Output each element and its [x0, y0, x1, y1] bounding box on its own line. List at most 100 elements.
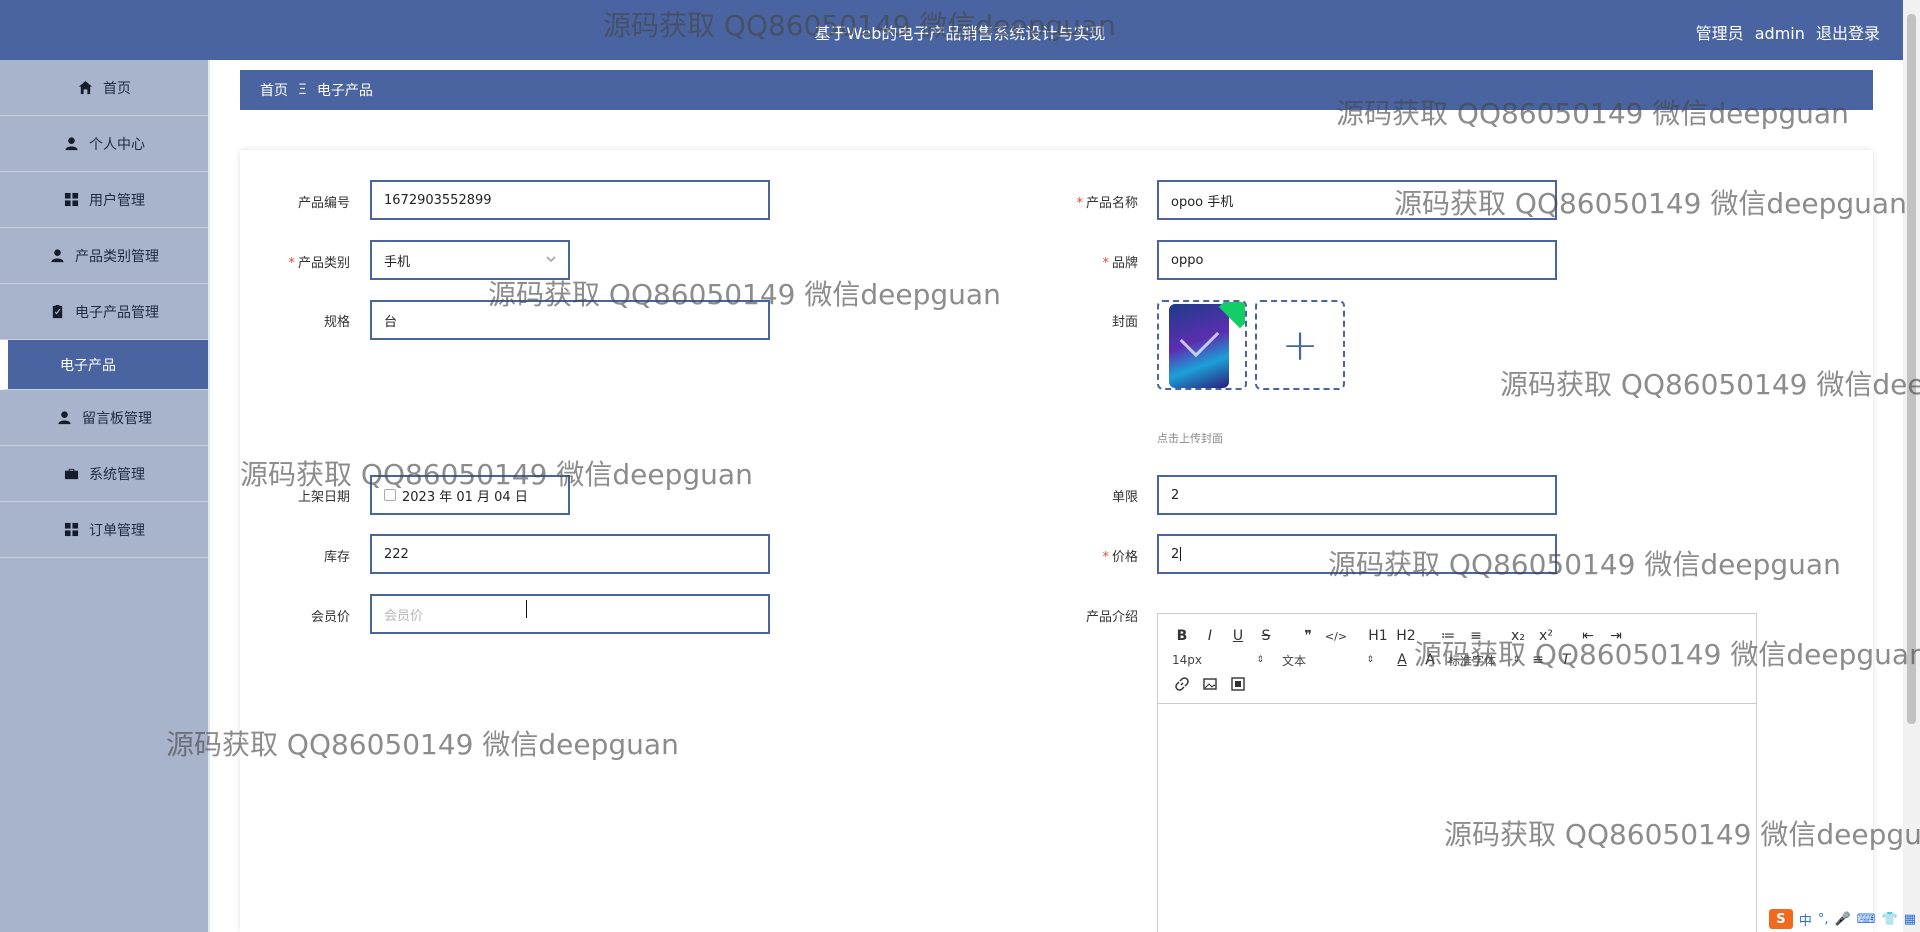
user-icon: [63, 136, 79, 152]
font-family-select[interactable]: 标准字体 ⇕: [1444, 649, 1524, 671]
indent-button[interactable]: ⇥: [1602, 625, 1630, 647]
user-name: admin: [1754, 24, 1805, 43]
clean-format-icon[interactable]: T: [1552, 649, 1580, 671]
top-header: 基于Web的电子产品销售系统设计与实现 管理员 admin 退出登录: [0, 0, 1920, 60]
link-icon[interactable]: [1168, 673, 1196, 695]
superscript-button[interactable]: x²: [1532, 625, 1560, 647]
product-name-label: * 产品名称: [1076, 196, 1138, 211]
breadcrumb-separator: Ξ: [298, 82, 307, 98]
sidebar-item-profile[interactable]: 个人中心: [0, 116, 208, 172]
keyboard-icon[interactable]: ⌨: [1857, 912, 1876, 927]
brand-field[interactable]: oppo: [1157, 240, 1557, 280]
scrollbar-thumb[interactable]: [1907, 14, 1916, 724]
user-area: 管理员 admin 退出登录: [1690, 20, 1880, 44]
listing-date-label: 上架日期: [297, 490, 350, 505]
cover-label: 封面: [1111, 315, 1138, 330]
microphone-icon[interactable]: 🎤: [1835, 912, 1851, 927]
stock-field[interactable]: 222: [370, 534, 770, 574]
upload-hint: 点击上传封面: [1157, 432, 1223, 445]
ime-punct[interactable]: °,: [1818, 912, 1829, 927]
blockquote-button[interactable]: ❞: [1294, 625, 1322, 647]
logout-link[interactable]: 退出登录: [1816, 24, 1880, 43]
sidebar-item-label: 留言板管理: [82, 410, 152, 427]
ordered-list-button[interactable]: ≔: [1434, 625, 1462, 647]
text-style-select[interactable]: 文本 ⇕: [1278, 649, 1378, 671]
ime-toolbar[interactable]: S 中 °, 🎤 ⌨ 👕 ▦: [1768, 908, 1916, 930]
upload-cover-button[interactable]: +: [1255, 300, 1345, 390]
heading1-button[interactable]: H1: [1364, 625, 1392, 647]
skin-icon[interactable]: 👕: [1882, 912, 1898, 927]
sidebar-item-label: 首页: [103, 80, 131, 97]
code-block-button[interactable]: </>: [1322, 625, 1350, 647]
underline-button[interactable]: U: [1224, 625, 1252, 647]
chevron-down-icon: [544, 252, 558, 266]
sidebar-item-products-mgmt[interactable]: 电子产品管理: [0, 284, 208, 340]
image-icon[interactable]: [1196, 673, 1224, 695]
user-icon: [56, 410, 72, 426]
font-color-icon[interactable]: A: [1388, 649, 1416, 671]
heading2-button[interactable]: H2: [1392, 625, 1420, 647]
sidebar-item-products[interactable]: 电子产品: [0, 340, 208, 390]
product-form-card: 产品编号 1672903552899 * 产品名称 opoo 手机 * 产品类别 手…: [240, 150, 1873, 932]
sidebar-item-label: 个人中心: [89, 136, 145, 153]
breadcrumb: 首页 Ξ 电子产品: [240, 70, 1873, 110]
sidebar-item-label: 电子产品: [60, 357, 116, 374]
sidebar-item-label: 产品类别管理: [75, 248, 159, 265]
phone-image: [1169, 304, 1229, 388]
system-title: 基于Web的电子产品销售系统设计与实现: [814, 24, 1106, 43]
breadcrumb-current: 电子产品: [316, 83, 373, 99]
italic-button[interactable]: I: [1196, 625, 1224, 647]
sidebar-item-label: 电子产品管理: [75, 304, 159, 321]
product-name-field[interactable]: opoo 手机: [1157, 180, 1557, 220]
member-price-label: 会员价: [310, 610, 350, 625]
ime-chinese[interactable]: 中: [1799, 910, 1812, 929]
calendar-icon: [384, 489, 396, 501]
brand-label: * 品牌: [1102, 256, 1138, 271]
description-label: 产品介绍: [1085, 610, 1138, 625]
sidebar-item-users[interactable]: 用户管理: [0, 172, 208, 228]
text-cursor-icon: [523, 600, 531, 618]
sidebar: 首页 个人中心 用户管理 产品类别管理 电子产品管理 电子产品 留言板管理 系统…: [0, 60, 210, 932]
menu-grid-icon[interactable]: ▦: [1904, 912, 1916, 927]
video-icon[interactable]: [1224, 673, 1252, 695]
align-icon[interactable]: ≡: [1524, 649, 1552, 671]
sogou-logo-icon: S: [1768, 909, 1793, 929]
strike-button[interactable]: S: [1252, 625, 1280, 647]
font-size-select[interactable]: 14px ⇕: [1168, 649, 1268, 671]
spec-field[interactable]: 台: [370, 300, 770, 340]
bullet-list-button[interactable]: ≡: [1462, 625, 1490, 647]
page-scrollbar[interactable]: [1903, 0, 1920, 932]
subscript-button[interactable]: x₂: [1504, 625, 1532, 647]
price-label: * 价格: [1102, 550, 1138, 565]
price-field[interactable]: 2: [1157, 534, 1557, 574]
breadcrumb-home[interactable]: 首页: [260, 80, 288, 100]
product-code-field[interactable]: 1672903552899: [370, 180, 770, 220]
sidebar-item-orders[interactable]: 订单管理: [0, 502, 208, 558]
sidebar-item-messages[interactable]: 留言板管理: [0, 390, 208, 446]
user-icon: [49, 248, 65, 264]
sidebar-item-label: 用户管理: [89, 192, 145, 209]
plus-icon: +: [1281, 319, 1319, 371]
sidebar-item-categories[interactable]: 产品类别管理: [0, 228, 208, 284]
grid-icon: [63, 192, 79, 208]
sidebar-item-home[interactable]: 首页: [0, 60, 208, 116]
rich-text-editor[interactable]: B I U S ❞ </> H1 H2 ≔ ≡ x₂ x² ⇤ ⇥ 14px ⇕…: [1157, 613, 1757, 932]
product-code-label: 产品编号: [297, 196, 350, 211]
limit-label: 单限: [1111, 490, 1138, 505]
outdent-button[interactable]: ⇤: [1574, 625, 1602, 647]
stock-label: 库存: [323, 550, 350, 565]
grid-icon: [63, 522, 79, 538]
background-color-icon[interactable]: A: [1416, 649, 1444, 671]
listing-date-picker[interactable]: 2023 年 01 月 04 日: [370, 475, 570, 515]
limit-field[interactable]: 2: [1157, 475, 1557, 515]
sidebar-item-label: 订单管理: [89, 522, 145, 539]
sidebar-item-label: 系统管理: [89, 466, 145, 483]
member-price-field[interactable]: 会员价: [370, 594, 770, 634]
briefcase-icon: [63, 466, 79, 482]
clipboard-icon: [49, 304, 65, 320]
category-select[interactable]: 手机: [370, 240, 570, 280]
bold-button[interactable]: B: [1168, 625, 1196, 647]
category-label: * 产品类别: [288, 256, 350, 271]
sidebar-item-system[interactable]: 系统管理: [0, 446, 208, 502]
cover-thumbnail[interactable]: [1157, 300, 1247, 390]
